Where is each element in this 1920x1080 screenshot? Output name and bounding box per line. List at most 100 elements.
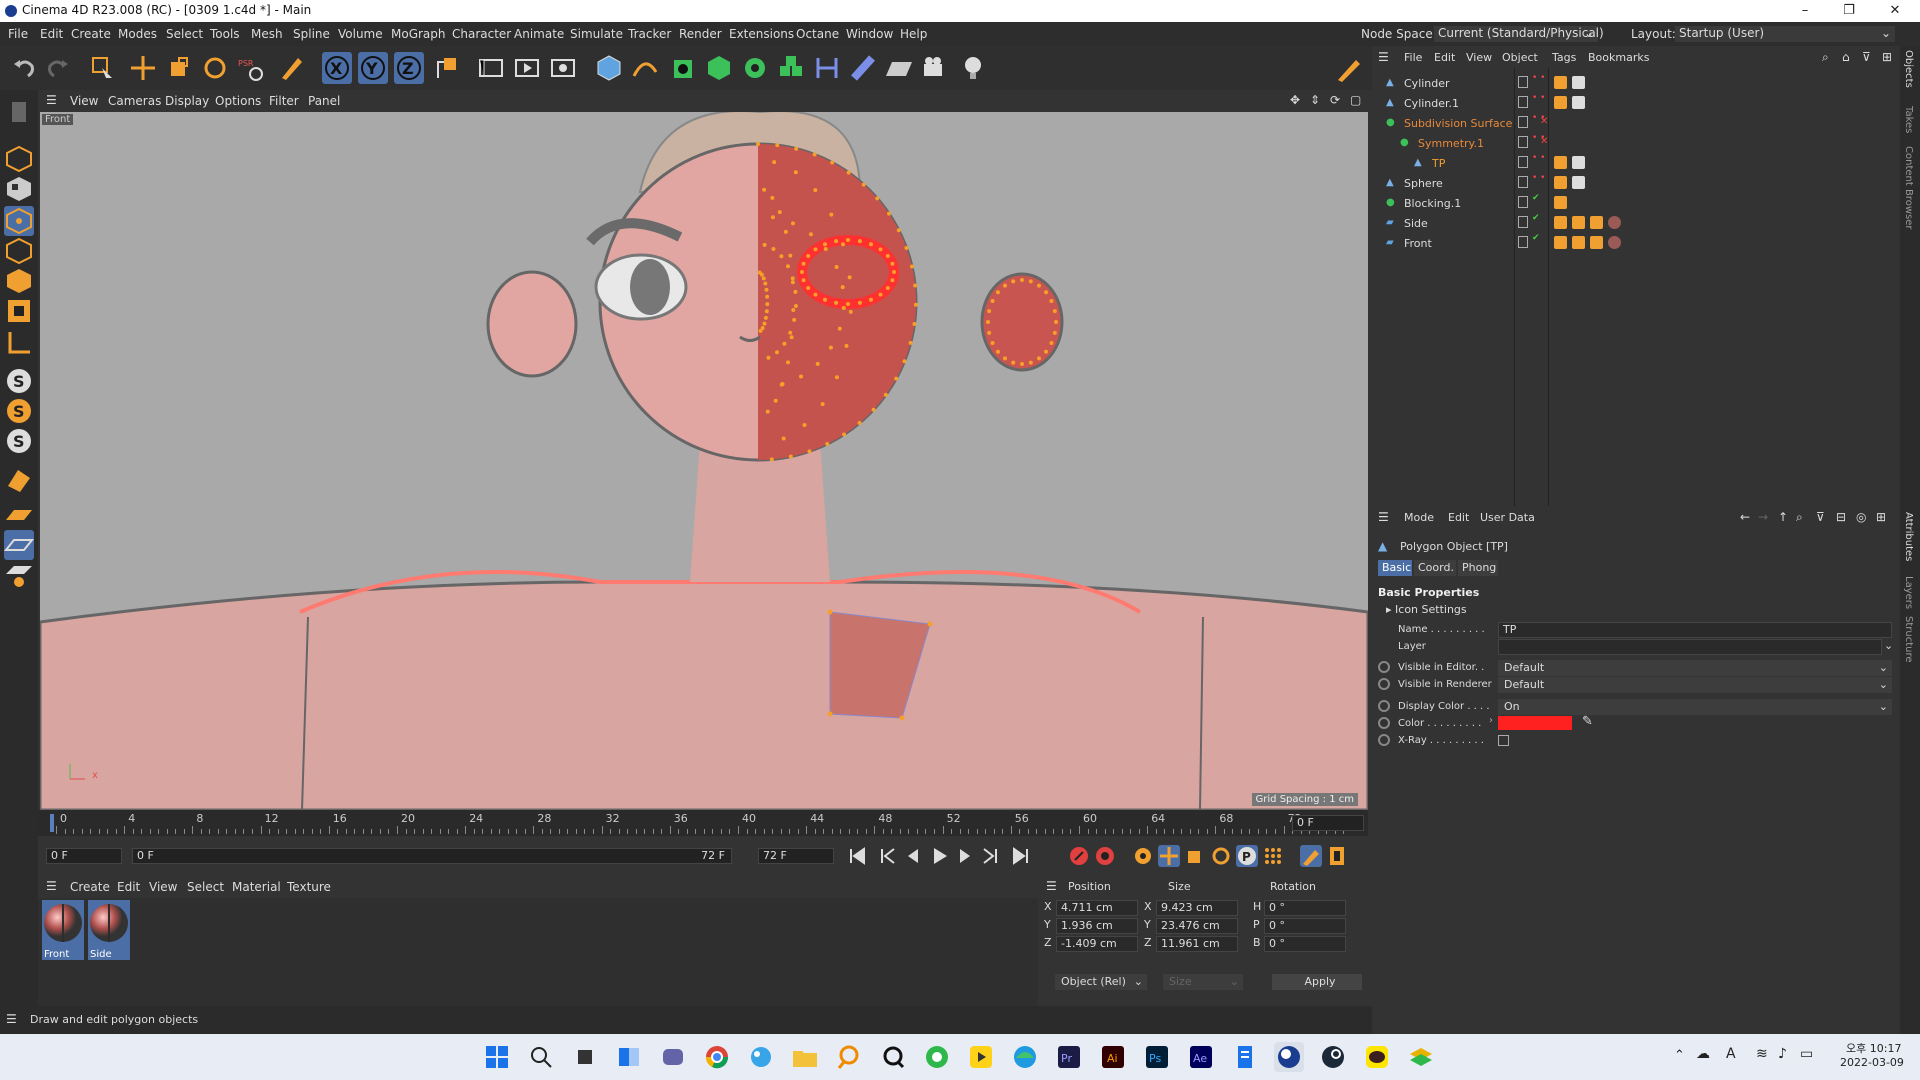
toggle-view-icon[interactable]: ▢ [1350,93,1361,107]
next-key-icon[interactable] [980,845,1002,867]
object-name[interactable]: Sphere [1404,177,1443,190]
close-button[interactable]: ✕ [1872,0,1918,22]
tag-icon[interactable] [1572,176,1585,189]
search-icon[interactable]: ⌕ [1796,510,1803,525]
rotate-view-icon[interactable]: ⟳ [1330,93,1340,107]
move-view-icon[interactable]: ✥ [1290,93,1300,107]
position-track-icon[interactable] [1158,845,1180,867]
tab-basic[interactable]: Basic [1378,560,1412,576]
mograph-cubes-icon[interactable] [776,52,806,84]
disabled-icon[interactable]: ✕ [1540,116,1548,127]
material-menu-view[interactable]: View [149,880,177,894]
search-icon[interactable]: ⌕ [1822,50,1829,65]
layer-icon[interactable] [1518,116,1528,128]
tag-icon[interactable] [1554,96,1567,109]
side-tab-takes[interactable]: Takes [1903,106,1914,133]
keyframe-selection-icon[interactable] [1132,845,1154,867]
tag-icon[interactable] [1554,76,1567,89]
object-row[interactable]: ▰ Side ✔ [1372,214,1892,234]
axis-x-lock-button[interactable]: X [322,52,352,84]
keyframe-icon[interactable] [1378,717,1390,729]
texture-mode-icon[interactable] [4,174,34,204]
obj-menu-bookmarks[interactable]: Bookmarks [1588,51,1649,64]
tab-phong[interactable]: Phong [1458,560,1498,576]
menu-animate[interactable]: Animate [514,27,564,41]
layer-icon[interactable] [1518,176,1528,188]
name-field[interactable]: TP [1498,622,1892,638]
steam-icon[interactable] [1318,1042,1348,1072]
attr-menu-userdata[interactable]: User Data [1480,511,1535,524]
hamburger-icon[interactable]: ☰ [46,93,57,107]
next-frame-icon[interactable] [954,845,976,867]
timeline-ruler[interactable]: 04812162024283236404448525660646872 0 F [38,810,1368,836]
menu-render[interactable]: Render [679,27,722,41]
display-color-dropdown[interactable]: On ⌄ [1498,699,1892,715]
volume-icon[interactable]: ♪ [1778,1046,1787,1062]
tag-icon[interactable] [1608,216,1621,229]
object-row[interactable]: ● Symmetry.1 • • ✕ [1372,134,1892,154]
rotation-track-icon[interactable] [1210,845,1232,867]
undo-icon[interactable] [10,52,40,84]
position-field[interactable]: 4.711 cm [1056,900,1138,916]
chevron-up-icon[interactable]: ⌃ [1674,1048,1685,1063]
timeline-window-icon[interactable] [1326,845,1348,867]
clock-date[interactable]: 2022-03-09 [1840,1056,1904,1069]
restore-button[interactable]: ❐ [1826,0,1872,22]
uv-mode-icon[interactable] [4,296,34,326]
live-selection-icon[interactable] [86,52,116,84]
file-explorer-icon[interactable] [790,1042,820,1072]
hamburger-icon[interactable]: ☰ [1046,879,1057,893]
menu-mograph[interactable]: MoGraph [391,27,446,41]
tag-icon[interactable] [1572,216,1585,229]
visible-editor-dropdown[interactable]: Default ⌄ [1498,660,1892,676]
model-mode-icon[interactable] [4,144,34,174]
visibility-dots-icon[interactable]: • • [1532,174,1545,183]
chat-app-icon[interactable] [878,1042,908,1072]
color-swatch[interactable] [1498,716,1572,730]
lock-icon[interactable]: ⊟ [1836,510,1846,524]
disabled-icon[interactable]: ✕ [1540,136,1548,147]
hamburger-icon[interactable]: ☰ [46,879,57,893]
eyedropper-icon[interactable]: ✎ [1582,714,1593,729]
autokey-icon[interactable] [1094,845,1116,867]
workplane-icon[interactable] [4,500,34,530]
keyframe-icon[interactable] [1378,734,1390,746]
redo-icon[interactable] [42,52,72,84]
object-name[interactable]: Side [1404,217,1428,230]
goto-end-icon[interactable] [1010,845,1032,867]
material-menu-edit[interactable]: Edit [117,880,140,894]
goto-start-icon[interactable] [846,845,868,867]
camera-icon[interactable] [920,52,950,84]
obj-menu-file[interactable]: File [1404,51,1422,64]
menu-mesh[interactable]: Mesh [251,27,283,41]
object-row[interactable]: ▲ TP • • [1372,154,1892,174]
paint-brush-icon[interactable] [1334,52,1364,84]
end-frame-field[interactable]: 72 F [758,848,834,864]
layout-dropdown[interactable]: Startup (User) ⌄ [1675,26,1895,42]
object-name[interactable]: Front [1404,237,1432,250]
menu-help[interactable]: Help [900,27,927,41]
menu-octane[interactable]: Octane [796,27,839,41]
start-frame-field[interactable]: 0 F [46,848,122,864]
tag-icon[interactable] [1554,236,1567,249]
obj-menu-edit[interactable]: Edit [1434,51,1455,64]
cloud-icon[interactable]: ☁ [1696,1046,1710,1062]
ime-indicator[interactable]: A [1726,1046,1736,1062]
move-icon[interactable] [128,52,158,84]
size-field[interactable]: 9.423 cm [1156,900,1238,916]
filter-icon[interactable]: ⊽ [1862,50,1871,64]
photos-app-icon[interactable] [746,1042,776,1072]
tag-icon[interactable] [1554,196,1567,209]
side-tab-structure[interactable]: Structure [1903,616,1914,663]
menu-tracker[interactable]: Tracker [628,27,671,41]
layer-icon[interactable] [1518,96,1528,108]
3d-viewport[interactable]: Front x Grid Spacing : 1 cm [40,112,1368,810]
object-name[interactable]: Cylinder [1404,77,1450,90]
coord-mode-dropdown[interactable]: Object (Rel) ⌄ [1055,974,1147,990]
render-to-picture-viewer-icon[interactable] [512,52,542,84]
rotate-icon[interactable] [200,52,230,84]
layer-icon[interactable] [1518,136,1528,148]
obj-menu-tags[interactable]: Tags [1552,51,1576,64]
menu-modes[interactable]: Modes [118,27,157,41]
rotation-field[interactable]: 0 ° [1264,936,1346,952]
